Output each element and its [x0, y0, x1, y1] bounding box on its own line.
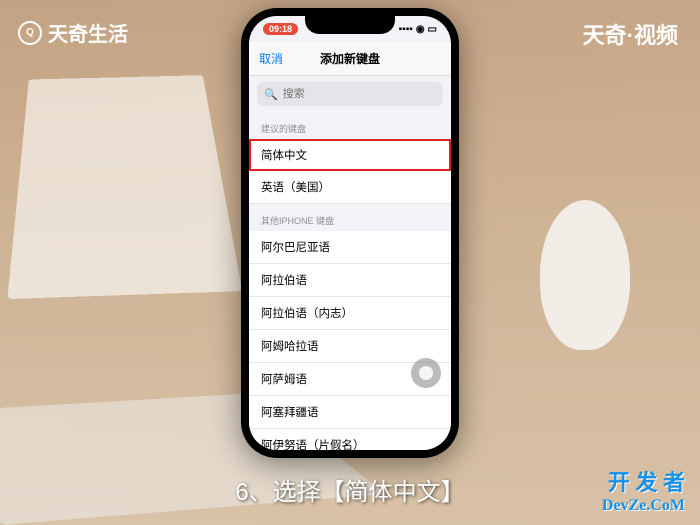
- brand-top-left: Q 天奇生活: [18, 18, 128, 47]
- nav-bar: 取消 添加新键盘: [249, 42, 451, 76]
- section-header-suggested: 建议的键盘: [249, 112, 451, 139]
- search-field[interactable]: 🔍: [257, 82, 443, 106]
- mouse-prop: [540, 200, 630, 350]
- list-item[interactable]: 英语（美国）: [249, 171, 451, 204]
- list-item-highlighted[interactable]: 简体中文: [249, 139, 451, 171]
- search-input[interactable]: [283, 88, 436, 100]
- list-item[interactable]: 阿塞拜疆语: [249, 396, 451, 429]
- keyboard-list[interactable]: 建议的键盘 简体中文 英语（美国） 其他IPHONE 键盘 阿尔巴尼亚语 阿拉伯…: [249, 112, 451, 450]
- brand-text: 天奇生活: [48, 18, 128, 47]
- notch: [305, 16, 395, 34]
- dev-watermark: 开 发 者 DevZe.CoM: [602, 465, 685, 515]
- phone-screen: 09:18 ▪▪▪▪ ◉ ▭ 取消 添加新键盘 🔍 建议的键盘 简体中文 英语（…: [249, 16, 451, 450]
- list-item[interactable]: 阿拉伯语: [249, 264, 451, 297]
- signal-icon: ▪▪▪▪: [399, 24, 413, 35]
- list-item[interactable]: 阿拉伯语（内志）: [249, 297, 451, 330]
- notebook-prop: [7, 75, 242, 299]
- list-item[interactable]: 阿尔巴尼亚语: [249, 231, 451, 264]
- list-item[interactable]: 阿伊努语（片假名）: [249, 429, 451, 450]
- brand-top-right: 天奇·视频: [583, 18, 678, 50]
- dev-line1: 开 发 者: [602, 465, 685, 497]
- cancel-button[interactable]: 取消: [259, 50, 283, 67]
- phone-frame: 09:18 ▪▪▪▪ ◉ ▭ 取消 添加新键盘 🔍 建议的键盘 简体中文 英语（…: [241, 8, 459, 458]
- wifi-icon: ◉: [416, 24, 425, 35]
- status-time: 09:18: [263, 23, 298, 35]
- brand-icon: Q: [18, 21, 42, 45]
- dev-line2: DevZe.CoM: [602, 497, 685, 515]
- assistive-touch-button[interactable]: [411, 358, 441, 388]
- status-indicators: ▪▪▪▪ ◉ ▭: [399, 24, 437, 35]
- battery-icon: ▭: [428, 24, 437, 35]
- section-header-other: 其他IPHONE 键盘: [249, 204, 451, 231]
- nav-title: 添加新键盘: [320, 50, 380, 67]
- search-icon: 🔍: [264, 88, 278, 101]
- step-caption: 6、选择【简体中文】: [235, 472, 464, 507]
